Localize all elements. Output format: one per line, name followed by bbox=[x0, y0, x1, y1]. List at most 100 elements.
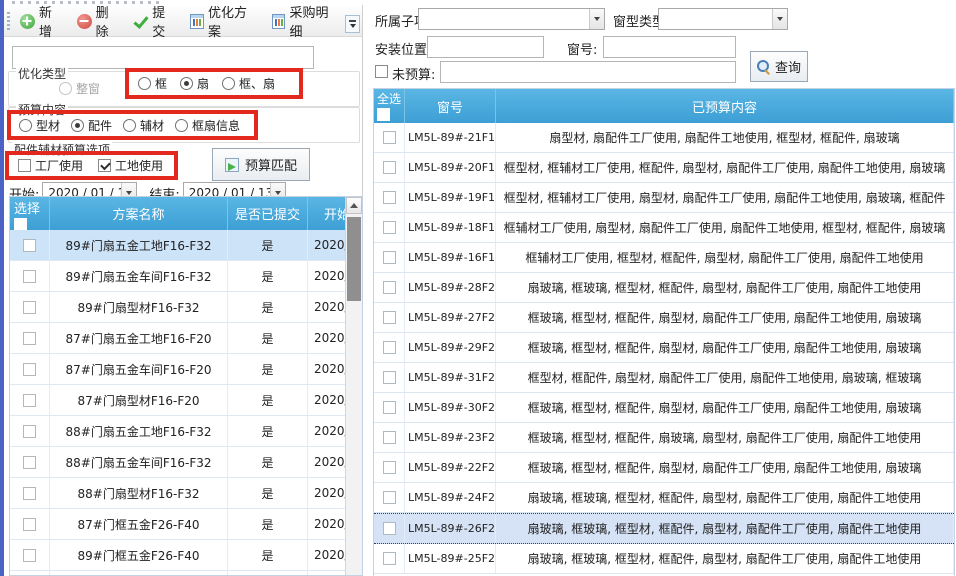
submitted-column-header[interactable]: 是否已提交 bbox=[228, 197, 308, 230]
submitted-cell: 是 bbox=[228, 292, 308, 322]
plan-row[interactable]: 89#门扇型材F16-F32 是 2020/0 bbox=[10, 292, 362, 323]
row-checkbox[interactable] bbox=[23, 270, 36, 283]
budget-row[interactable]: LM5L-89#-22F20 框玻璃, 框型材, 框配件, 扇型材, 扇配件工厂… bbox=[374, 453, 954, 483]
install-position-input[interactable] bbox=[427, 36, 544, 58]
row-checkbox[interactable] bbox=[383, 221, 396, 234]
budget-row[interactable]: LM5L-89#-24F22 扇玻璃, 框玻璃, 框型材, 框配件, 扇型材, … bbox=[374, 483, 954, 513]
plan-row[interactable]: 88#门扇型材F16-F32 是 2020/0 bbox=[10, 478, 362, 509]
row-checkbox[interactable] bbox=[383, 522, 396, 535]
row-checkbox[interactable] bbox=[383, 461, 396, 474]
budget-row[interactable]: LM5L-89#-31F29 框型材, 框配件, 扇型材, 扇配件工厂使用, 扇… bbox=[374, 363, 954, 393]
budget-row[interactable]: LM5L-89#-19F17 框型材, 框辅材工厂使用, 扇型材, 扇配件工厂使… bbox=[374, 183, 954, 213]
window-type-dropdown-icon[interactable] bbox=[772, 9, 787, 29]
sub-item-dropdown-icon[interactable] bbox=[589, 9, 604, 29]
submit-button[interactable]: 提交 bbox=[127, 0, 184, 43]
budget-content-radio[interactable]: 配件 bbox=[71, 117, 112, 134]
app-window: 新增 删除 提交 优化方案 采购明细 bbox=[0, 0, 956, 576]
not-budgeted-checkbox[interactable] bbox=[375, 65, 388, 78]
budget-row[interactable]: LM5L-89#-29F27 框玻璃, 框型材, 框配件, 扇型材, 扇配件工厂… bbox=[374, 333, 954, 363]
budget-row[interactable]: LM5L-89#-25F23 扇玻璃, 框玻璃, 框型材, 框配件, 扇型材, … bbox=[374, 544, 954, 574]
select-all-checkbox[interactable] bbox=[14, 218, 27, 230]
optimize-type-radio[interactable]: 框 bbox=[138, 75, 167, 92]
window-no-column-header[interactable]: 窗号 bbox=[405, 89, 496, 123]
window-type-select[interactable] bbox=[658, 8, 788, 30]
plan-table-scrollbar[interactable] bbox=[345, 197, 362, 575]
usage-checkbox[interactable]: 工地使用 bbox=[98, 157, 163, 174]
row-checkbox[interactable] bbox=[23, 425, 36, 438]
budget-row[interactable]: LM5L-89#-18F16 框辅材工厂使用, 扇型材, 扇配件工厂使用, 扇配… bbox=[374, 213, 954, 243]
plan-row[interactable]: 88#门扇五金车间F16-F32 是 2020/0 bbox=[10, 447, 362, 478]
row-checkbox[interactable] bbox=[23, 518, 36, 531]
submitted-cell: 是 bbox=[228, 571, 308, 576]
row-checkbox[interactable] bbox=[23, 394, 36, 407]
budget-row[interactable]: LM5L-89#-23F21 框玻璃, 框型材, 框配件, 扇玻璃, 扇型材, … bbox=[374, 423, 954, 453]
plan-row[interactable]: 89#门扇五金工地F16-F32 是 2020/0 bbox=[10, 230, 362, 261]
scrollbar-thumb[interactable] bbox=[347, 217, 361, 301]
select-header-label: 选择 bbox=[14, 198, 40, 217]
row-checkbox[interactable] bbox=[23, 456, 36, 469]
budget-row[interactable]: LM5L-89#-21F19 扇型材, 扇配件工厂使用, 扇配件工地使用, 框型… bbox=[374, 123, 954, 153]
row-checkbox[interactable] bbox=[383, 401, 396, 414]
budget-row[interactable]: LM5L-89#-27F25 框玻璃, 框型材, 框配件, 扇型材, 扇配件工厂… bbox=[374, 303, 954, 333]
query-button[interactable]: 查询 bbox=[750, 51, 808, 82]
row-checkbox[interactable] bbox=[383, 131, 396, 144]
plan-row[interactable]: 88#门扇五金工地F16-F32 是 2020/0 bbox=[10, 416, 362, 447]
window-no-cell: LM5L-89#-29F27 bbox=[405, 333, 496, 362]
budget-row[interactable]: LM5L-89#-26F24 扇玻璃, 框玻璃, 框型材, 框配件, 扇型材, … bbox=[374, 513, 954, 544]
row-checkbox[interactable] bbox=[383, 191, 396, 204]
row-checkbox[interactable] bbox=[383, 311, 396, 324]
select-all-checkbox[interactable] bbox=[377, 108, 390, 121]
radio-whole-window[interactable]: 整窗 bbox=[59, 80, 100, 97]
toolbar-grip[interactable] bbox=[7, 12, 10, 31]
select-column-header[interactable]: 选择 bbox=[10, 197, 50, 230]
row-checkbox[interactable] bbox=[383, 431, 396, 444]
plan-row[interactable]: 87#门扇五金车间F16-F20 是 2020/0 bbox=[10, 354, 362, 385]
window-no-input[interactable] bbox=[603, 36, 736, 58]
row-checkbox[interactable] bbox=[383, 341, 396, 354]
row-checkbox[interactable] bbox=[23, 301, 36, 314]
budget-content-radio[interactable]: 框扇信息 bbox=[175, 117, 240, 134]
row-checkbox[interactable] bbox=[383, 281, 396, 294]
budget-content-radio[interactable]: 型材 bbox=[19, 117, 60, 134]
plan-row[interactable]: 87#门框五金F26-F40 是 2020/0 bbox=[10, 509, 362, 540]
optimize-type-radio[interactable]: 扇 bbox=[180, 75, 209, 92]
plan-row[interactable]: 89#门框五金F26-F40 是 2020/0 bbox=[10, 540, 362, 571]
plan-row[interactable]: 87#门扇型材F16-F20 是 2020/0 bbox=[10, 385, 362, 416]
plan-table: 选择 方案名称 是否已提交 开始 89#门扇五金工地F16-F32 是 2020… bbox=[9, 196, 363, 576]
row-checkbox[interactable] bbox=[23, 239, 36, 252]
sub-item-select[interactable] bbox=[418, 8, 605, 30]
toolbar-overflow-button[interactable] bbox=[345, 15, 360, 33]
optimize-plan-button[interactable]: 优化方案 bbox=[184, 0, 266, 43]
plan-row[interactable]: 88#门框五金F21-F40 是 2020/0 bbox=[10, 571, 362, 576]
row-checkbox[interactable] bbox=[383, 251, 396, 264]
budget-row[interactable]: LM5L-89#-28F26 扇玻璃, 框玻璃, 框型材, 框配件, 扇型材, … bbox=[374, 273, 954, 303]
not-budgeted-input[interactable] bbox=[440, 61, 736, 83]
budget-content-cell: 框玻璃, 框型材, 框配件, 扇型材, 扇配件工厂使用, 扇配件工地使用, 扇玻… bbox=[496, 303, 954, 332]
budget-content-radio[interactable]: 辅材 bbox=[123, 117, 164, 134]
budget-row[interactable]: LM5L-89#-20F18 框型材, 框辅材工厂使用, 框配件, 扇型材, 扇… bbox=[374, 153, 954, 183]
budget-match-button[interactable]: 预算匹配 bbox=[212, 148, 310, 181]
budget-row[interactable]: LM5L-89#-30F28 框玻璃, 框型材, 框配件, 扇型材, 扇配件工厂… bbox=[374, 393, 954, 423]
row-checkbox[interactable] bbox=[23, 332, 36, 345]
row-checkbox[interactable] bbox=[23, 549, 36, 562]
plan-row[interactable]: 87#门扇五金工地F16-F20 是 2020/0 bbox=[10, 323, 362, 354]
row-checkbox[interactable] bbox=[23, 363, 36, 376]
add-button[interactable]: 新增 bbox=[14, 0, 71, 43]
scroll-up-button[interactable] bbox=[346, 197, 362, 214]
row-checkbox[interactable] bbox=[383, 552, 396, 565]
budget-content-column-header[interactable]: 已预算内容 bbox=[496, 89, 954, 123]
search-icon bbox=[757, 60, 770, 73]
budget-row[interactable]: LM5L-89#-16F15 框辅材工厂使用, 框型材, 框配件, 扇型材, 扇… bbox=[374, 243, 954, 273]
row-checkbox[interactable] bbox=[383, 371, 396, 384]
usage-checkbox[interactable]: 工厂使用 bbox=[18, 157, 83, 174]
window-no-cell: LM5L-89#-27F25 bbox=[405, 303, 496, 332]
plan-name-cell: 89#门扇型材F16-F32 bbox=[50, 292, 228, 322]
plan-name-column-header[interactable]: 方案名称 bbox=[50, 197, 228, 230]
row-checkbox[interactable] bbox=[23, 487, 36, 500]
optimize-type-radio[interactable]: 框、扇 bbox=[222, 75, 275, 92]
delete-button[interactable]: 删除 bbox=[71, 0, 128, 43]
plan-row[interactable]: 89#门扇五金车间F16-F32 是 2020/0 bbox=[10, 261, 362, 292]
select-all-column-header[interactable]: 全选 bbox=[374, 89, 405, 123]
row-checkbox[interactable] bbox=[383, 491, 396, 504]
row-checkbox[interactable] bbox=[383, 161, 396, 174]
